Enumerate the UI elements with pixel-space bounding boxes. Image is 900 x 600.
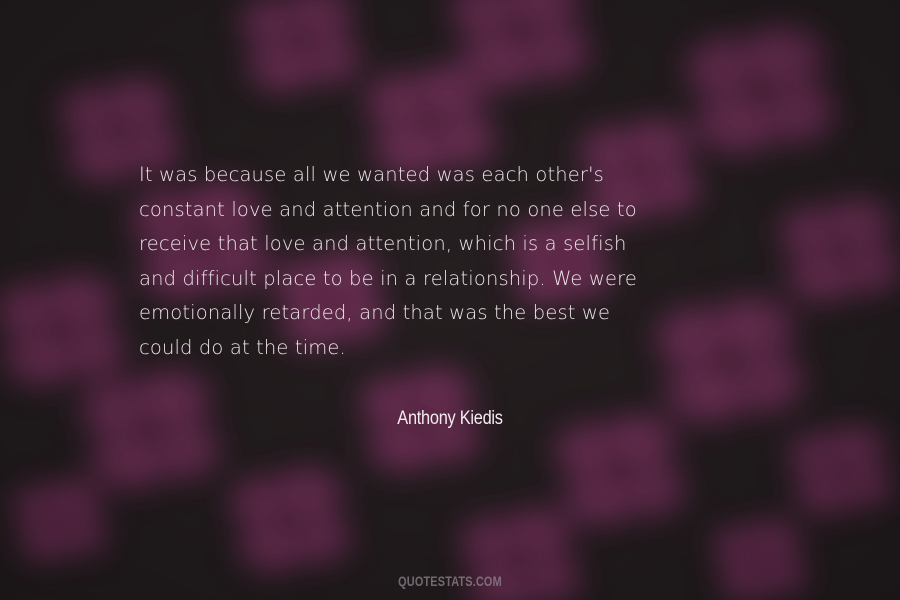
- quote-line: and difficult place to be in a relations…: [139, 266, 637, 290]
- quote-line: constant love and attention and for no o…: [139, 197, 637, 221]
- quote-line: receive that love and attention, which i…: [139, 232, 627, 255]
- quote-text: It was because all we wanted was each ot…: [139, 158, 779, 365]
- quote-line: could do at the time.: [139, 335, 346, 359]
- quote-author: Anthony Kiedis: [397, 408, 503, 429]
- quote-card: It was because all we wanted was each ot…: [0, 0, 900, 600]
- quote-line: It was because all we wanted was each ot…: [139, 163, 604, 186]
- site-watermark: QUOTESTATS.COM: [398, 573, 502, 589]
- quote-line: emotionally retarded, and that was the b…: [139, 301, 611, 324]
